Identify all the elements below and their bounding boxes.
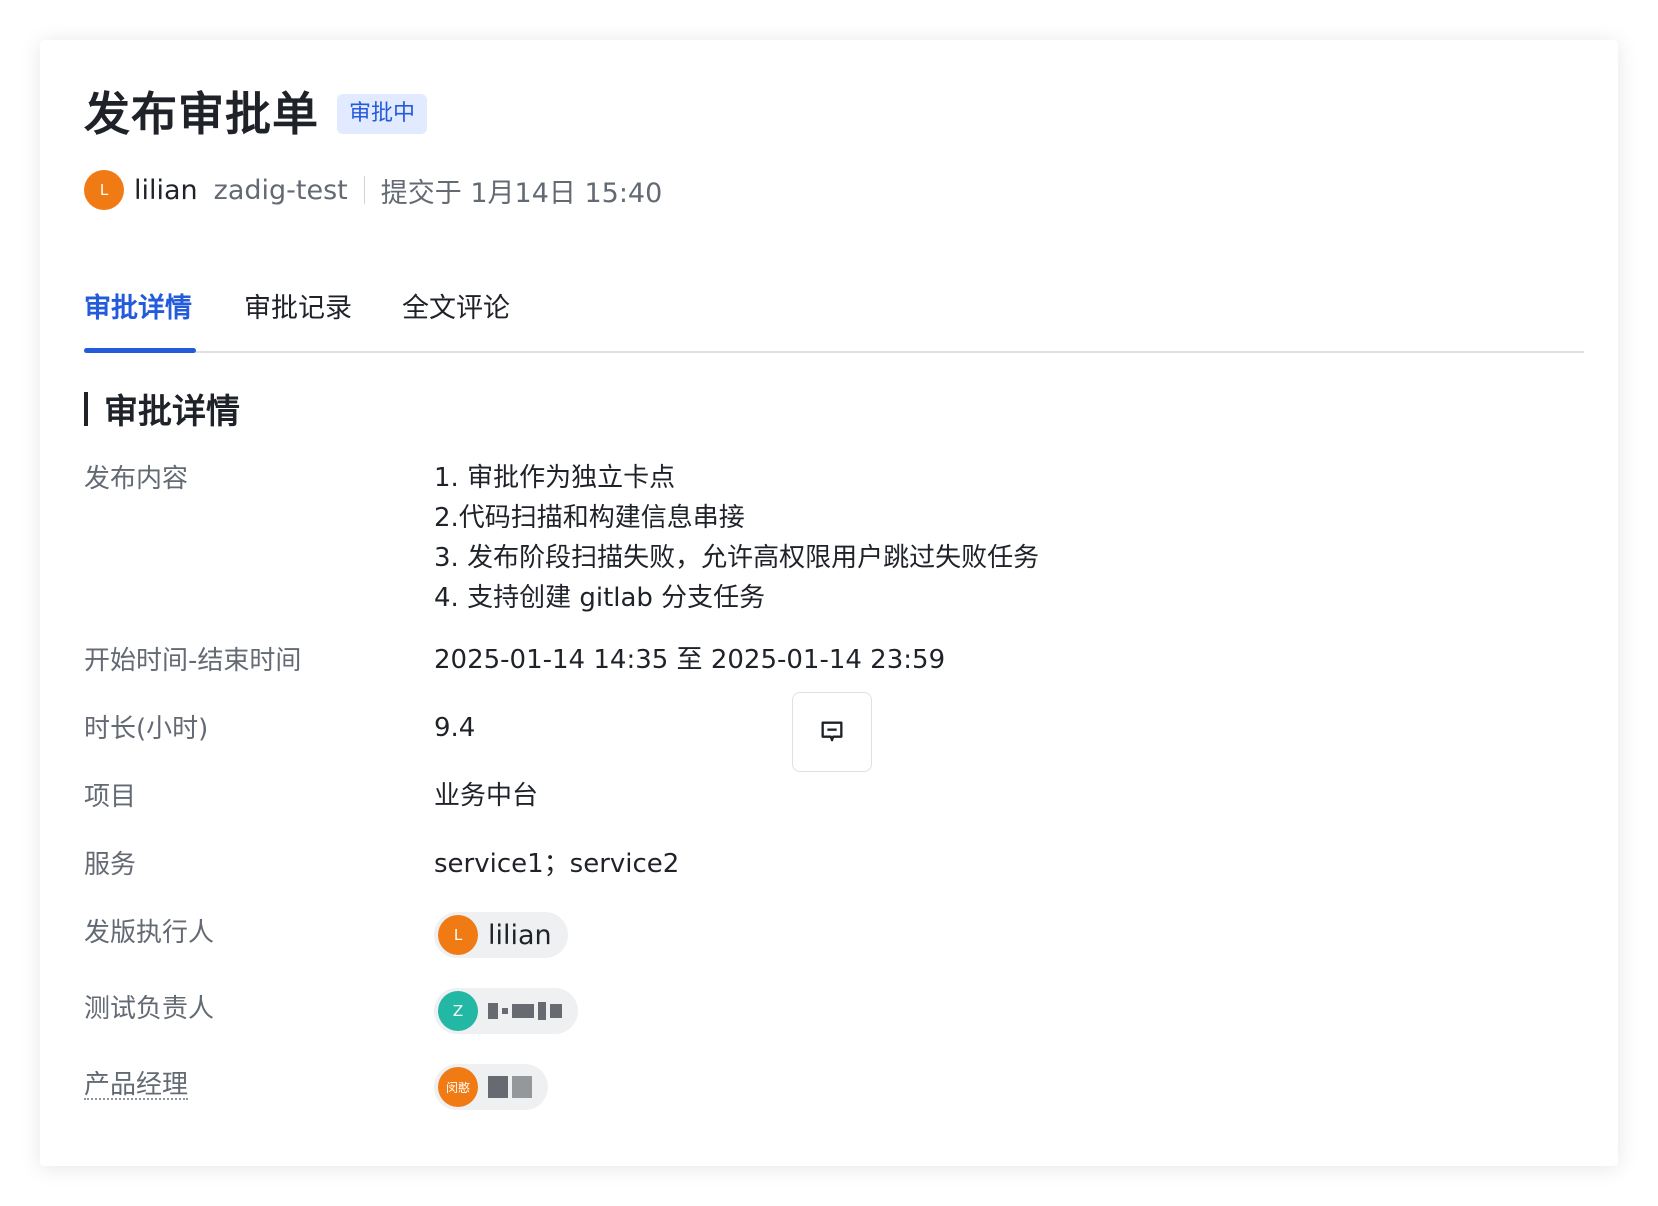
- section-heading: 审批详情: [84, 384, 240, 433]
- submitter-name[interactable]: lilian: [134, 175, 198, 206]
- pm-label-wrap: 产品经理: [84, 1064, 434, 1110]
- status-badge: 审批中: [337, 94, 428, 134]
- content-line: 2.代码扫描和构建信息串接: [434, 503, 745, 533]
- pm-avatar: 闵憨: [438, 1067, 478, 1107]
- content-label: 发布内容: [84, 464, 189, 494]
- detail-row-duration: 时长(小时) 9.4: [84, 708, 475, 748]
- pm-label[interactable]: 产品经理: [84, 1064, 189, 1100]
- tester-chip[interactable]: Z: [434, 988, 578, 1034]
- tab-approval-records[interactable]: 审批记录: [244, 286, 352, 325]
- executor-avatar: L: [438, 915, 478, 955]
- submitter-avatar[interactable]: L: [84, 170, 124, 210]
- section-bar: [84, 391, 88, 426]
- service-label: 服务: [84, 850, 137, 880]
- detail-row-time: 开始时间-结束时间 2025-01-14 14:35 至 2025-01-14 …: [84, 640, 945, 680]
- content-line: 4. 支持创建 gitlab 分支任务: [434, 583, 766, 613]
- time-label: 开始时间-结束时间: [84, 646, 302, 676]
- executor-chip[interactable]: L lilian: [434, 912, 568, 958]
- tester-name-redacted: [488, 1002, 562, 1020]
- project-value: 业务中台: [434, 781, 539, 811]
- organization-name: zadig-test: [213, 174, 348, 206]
- section-title: 审批详情: [104, 392, 240, 432]
- detail-row-services: 服务 service1；service2: [84, 844, 679, 884]
- executor-name: lilian: [488, 919, 552, 951]
- content-line: 3. 发布阶段扫描失败，允许高权限用户跳过失败任务: [434, 543, 1040, 573]
- tab-approval-details[interactable]: 审批详情: [84, 286, 192, 325]
- comment-icon: [821, 721, 843, 742]
- duration-label: 时长(小时): [84, 714, 209, 744]
- submitter-meta: L lilian zadig-test 提交于 1月14日 15:40: [84, 170, 662, 210]
- meta-divider: [363, 176, 365, 204]
- tab-full-comments[interactable]: 全文评论: [402, 286, 510, 325]
- content-line: 1. 审批作为独立卡点: [434, 463, 676, 493]
- project-label: 项目: [84, 782, 137, 812]
- submitted-time: 提交于 1月14日 15:40: [380, 177, 663, 209]
- pm-chip[interactable]: 闵憨: [434, 1064, 548, 1110]
- time-value: 2025-01-14 14:35 至 2025-01-14 23:59: [434, 645, 946, 675]
- pm-name-redacted: [488, 1076, 532, 1098]
- tester-avatar: Z: [438, 991, 478, 1031]
- content-value: 1. 审批作为独立卡点 2.代码扫描和构建信息串接 3. 发布阶段扫描失败，允许…: [434, 458, 1039, 618]
- active-tab-indicator: [84, 348, 196, 353]
- detail-row-tester: 测试负责人 Z: [84, 988, 578, 1034]
- service-value: service1；service2: [434, 849, 680, 879]
- detail-row-executor: 发版执行人 L lilian: [84, 912, 568, 958]
- detail-row-content: 发布内容 1. 审批作为独立卡点 2.代码扫描和构建信息串接 3. 发布阶段扫描…: [84, 458, 1039, 618]
- duration-value: 9.4: [434, 713, 476, 743]
- page-title: 发布审批单: [84, 87, 319, 141]
- comment-button[interactable]: [792, 692, 872, 772]
- approval-card: 发布审批单 审批中 L lilian zadig-test 提交于 1月14日 …: [40, 40, 1618, 1166]
- detail-row-project: 项目 业务中台: [84, 776, 538, 816]
- detail-row-product-manager: 产品经理 闵憨: [84, 1064, 548, 1110]
- title-row: 发布审批单 审批中: [84, 86, 428, 142]
- executor-label: 发版执行人: [84, 918, 215, 948]
- tab-bar: 审批详情 审批记录 全文评论: [84, 266, 1584, 353]
- tester-label: 测试负责人: [84, 994, 215, 1024]
